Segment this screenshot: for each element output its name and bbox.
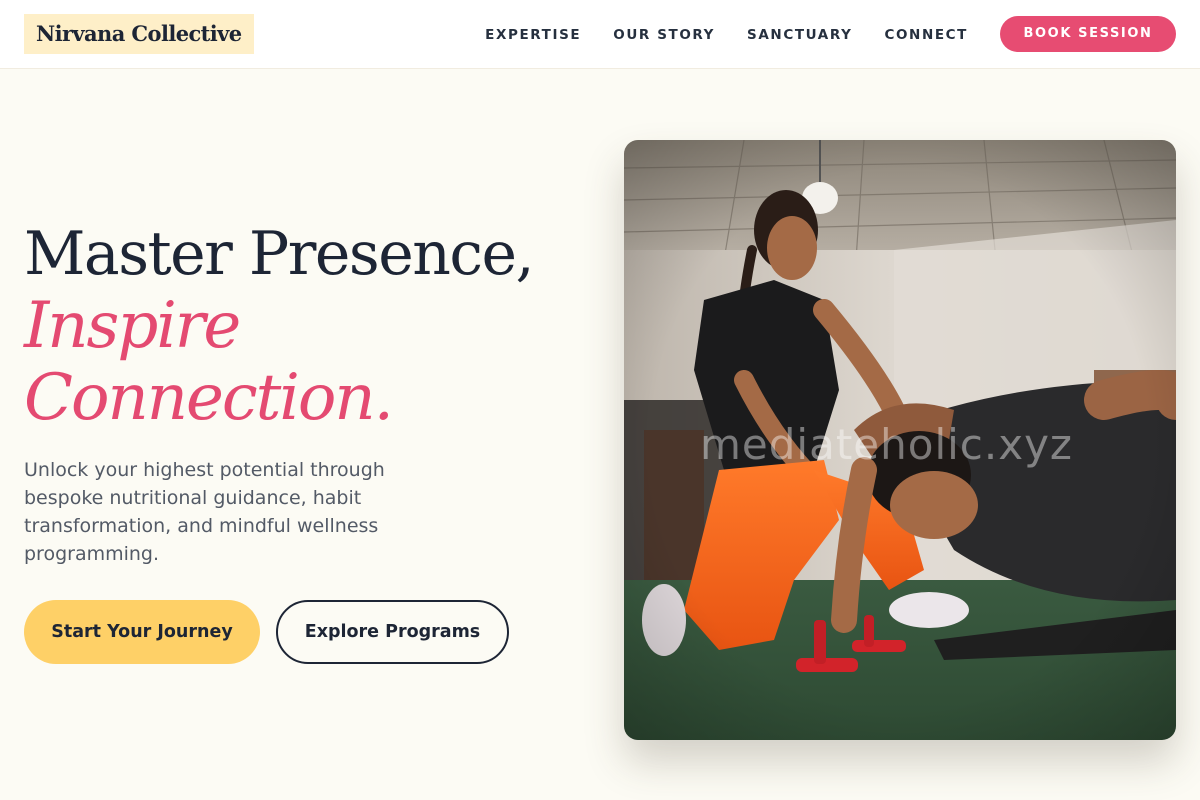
nav-link-connect[interactable]: CONNECT: [884, 27, 968, 43]
nav-link-expertise[interactable]: EXPERTISE: [485, 27, 581, 43]
brand-logo[interactable]: Nirvana Collective: [24, 14, 254, 54]
hero-title-line-3: Connection.: [24, 361, 394, 435]
nav-link-sanctuary[interactable]: SANCTUARY: [747, 27, 852, 43]
start-journey-button[interactable]: Start Your Journey: [24, 600, 260, 664]
hero-description: Unlock your highest potential through be…: [24, 459, 385, 565]
explore-programs-button[interactable]: Explore Programs: [276, 600, 509, 664]
book-session-button[interactable]: BOOK SESSION: [1000, 16, 1176, 52]
main-nav: EXPERTISE OUR STORY SANCTUARY CONNECT: [485, 0, 968, 69]
hero-title-line-1: Master Presence,: [24, 219, 535, 289]
hero-photo: [624, 140, 1176, 740]
nav-link-our-story[interactable]: OUR STORY: [613, 27, 715, 43]
site-header: Nirvana Collective EXPERTISE OUR STORY S…: [0, 0, 1200, 69]
hero-title: Master Presence, Inspire Connection.: [24, 218, 535, 435]
hero-title-line-2: Inspire: [24, 289, 241, 363]
